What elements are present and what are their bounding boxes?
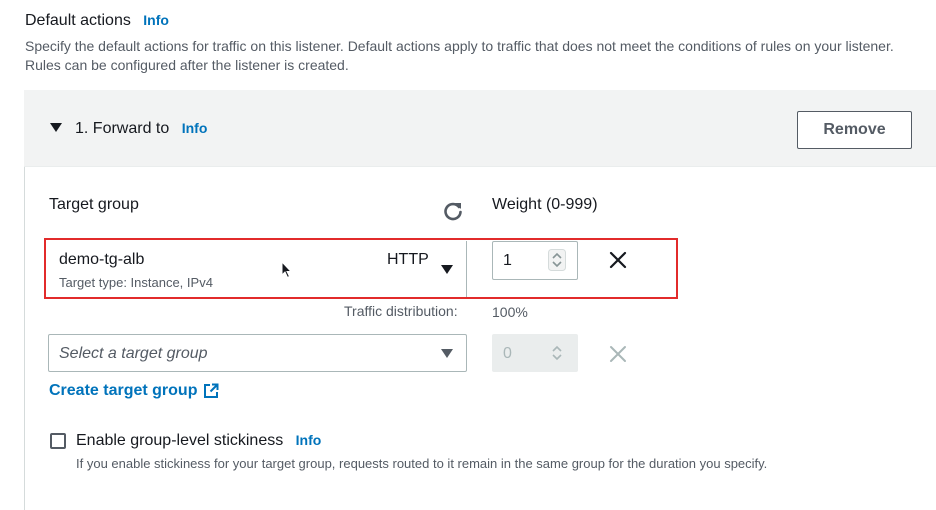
weight-value-disabled: 0 [503,345,512,362]
collapse-caret-icon[interactable] [50,123,62,132]
weight-label: Weight (0-999) [492,196,598,213]
section-info-link[interactable]: Info [143,12,169,28]
section-title: Default actions [25,12,131,29]
remove-button[interactable]: Remove [797,111,912,149]
traffic-distribution-label: Traffic distribution: [344,303,458,319]
create-target-group-label[interactable]: Create target group [49,382,197,400]
external-link-icon [204,383,219,398]
target-group-placeholder: Select a target group [59,345,208,362]
create-target-group-link[interactable]: Create target group [49,382,219,400]
highlight-box [44,238,678,299]
forward-info-link[interactable]: Info [182,120,208,136]
section-heading: Default actions Info [25,12,169,30]
stickiness-description: If you enable stickiness for your target… [76,456,768,471]
traffic-distribution-value: 100% [492,304,528,320]
refresh-icon[interactable] [442,200,464,222]
stepper-icon [552,345,562,361]
forward-action-title-row: 1. Forward to Info [75,120,207,138]
close-icon [610,346,626,362]
stickiness-label-row: Enable group-level stickiness Info [76,432,321,450]
target-group-label: Target group [49,196,139,213]
forward-action-title: 1. Forward to [75,120,170,137]
chevron-down-icon[interactable] [441,349,453,358]
stickiness-info-link[interactable]: Info [296,432,322,448]
section-description: Specify the default actions for traffic … [25,38,894,73]
stickiness-checkbox[interactable] [50,433,66,449]
stickiness-label[interactable]: Enable group-level stickiness [76,432,283,449]
